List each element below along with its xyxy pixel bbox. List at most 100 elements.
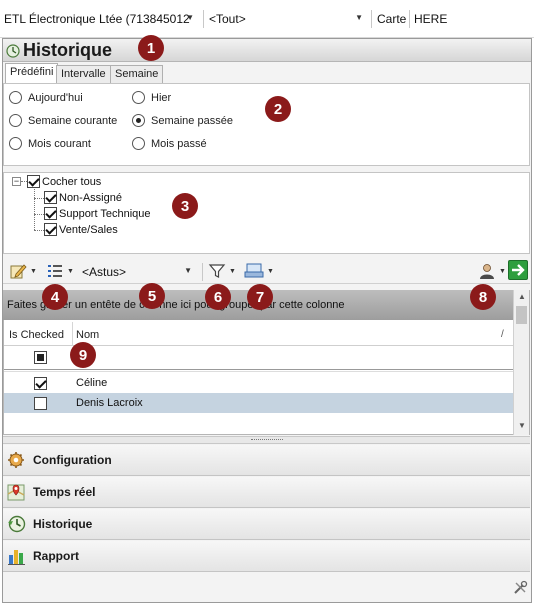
map-pin-icon <box>7 484 25 501</box>
tree-item-vente-sales[interactable]: Vente/Sales <box>44 223 118 236</box>
tab-label: Semaine <box>115 68 159 80</box>
filter-funnel-icon <box>208 264 226 278</box>
radio-mois-passe[interactable]: Mois passé <box>132 137 207 150</box>
badge-4: 4 <box>42 284 68 310</box>
company-select[interactable]: ETL Électronique Ltée (713845012 ▼ <box>4 9 200 29</box>
radio-circle <box>132 137 145 150</box>
scroll-up-icon[interactable]: ▲ <box>518 292 526 301</box>
asset-filter-select[interactable]: <Astus> ▼ <box>82 262 198 282</box>
radio-circle <box>9 137 22 150</box>
go-button[interactable] <box>508 260 528 280</box>
panel-splitter[interactable] <box>3 436 530 444</box>
row-separator <box>4 369 513 372</box>
tree-label: Non-Assigné <box>59 191 122 204</box>
tree-label: Vente/Sales <box>59 223 118 236</box>
table-row-selected[interactable]: Denis Lacroix <box>4 393 513 413</box>
badge-2: 2 <box>265 96 291 122</box>
column-header-is-checked[interactable]: Is Checked <box>9 322 73 346</box>
checkbox[interactable] <box>44 207 57 220</box>
group-filter-value: <Tout> <box>209 12 246 26</box>
tree-connector <box>34 189 35 230</box>
badge-8: 8 <box>470 284 496 310</box>
nav-label: Configuration <box>33 453 112 467</box>
configuration-icon <box>8 452 24 468</box>
chevron-down-icon: ▼ <box>186 13 194 22</box>
column-header-label: Nom <box>76 329 100 341</box>
column-header-label: Is Checked <box>9 329 65 341</box>
radio-label: Semaine passée <box>151 114 233 127</box>
scroll-down-icon[interactable]: ▼ <box>518 421 526 430</box>
nav-configuration[interactable]: Configuration <box>3 445 530 476</box>
top-toolbar: ETL Électronique Ltée (713845012 ▼ <Tout… <box>0 0 534 38</box>
tree-connector <box>34 214 44 215</box>
column-resize-handle[interactable]: / <box>501 322 504 346</box>
nav-label: Historique <box>33 517 93 531</box>
collapse-toggle[interactable]: − <box>12 177 21 186</box>
badge-5: 5 <box>139 283 165 309</box>
column-header-nom[interactable]: Nom <box>76 322 496 346</box>
history-clock-icon <box>6 44 20 58</box>
radio-circle <box>132 91 145 104</box>
tree-label: Cocher tous <box>42 175 102 188</box>
user-menu-button[interactable]: ▼ <box>478 261 506 281</box>
grid-scrollbar[interactable]: ▲ ▼ <box>513 290 529 435</box>
list-menu-button[interactable]: ▼ <box>46 261 74 281</box>
chevron-down-icon: ▼ <box>355 13 363 22</box>
tab-semaine[interactable]: Semaine <box>110 65 164 83</box>
radio-label: Aujourd'hui <box>28 91 83 104</box>
radio-label: Semaine courante <box>28 114 118 127</box>
tab-label: Intervalle <box>61 68 106 80</box>
nav-rapport[interactable]: Rapport <box>3 541 530 572</box>
nav-historique[interactable]: Historique <box>3 509 530 540</box>
tree-connector <box>34 230 44 231</box>
radio-label: Hier <box>151 91 172 104</box>
checkbox[interactable] <box>27 175 40 188</box>
scroll-thumb[interactable] <box>516 306 527 324</box>
tree-item-support-technique[interactable]: Support Technique <box>44 207 151 220</box>
tab-intervalle[interactable]: Intervalle <box>56 65 111 83</box>
map-provider-select[interactable]: HERE <box>414 9 524 29</box>
divider <box>202 263 203 281</box>
divider <box>409 10 410 28</box>
radio-circle <box>9 114 22 127</box>
checkbox[interactable] <box>44 223 57 236</box>
row-checkbox[interactable] <box>34 397 47 410</box>
radio-label: Mois passé <box>151 137 207 150</box>
group-filter-select[interactable]: <Tout> ▼ <box>209 9 369 29</box>
history-header: Historique <box>3 39 531 62</box>
list-icon <box>48 265 62 277</box>
filter-menu-button[interactable]: ▼ <box>208 261 236 281</box>
nav-temps-reel[interactable]: Temps réel <box>3 477 530 508</box>
chevron-down-icon: ▼ <box>229 267 236 275</box>
map-provider-value: HERE <box>414 12 448 26</box>
history-icon <box>8 515 26 533</box>
edit-menu-button[interactable]: ▼ <box>9 261 37 281</box>
footer-bar <box>3 573 530 602</box>
map-label: Carte <box>377 9 406 29</box>
radio-mois-courant[interactable]: Mois courant <box>9 137 91 150</box>
nav-label: Rapport <box>33 549 79 563</box>
divider <box>203 10 204 28</box>
user-icon <box>480 264 494 279</box>
radio-hier[interactable]: Hier <box>132 91 171 104</box>
badge-6: 6 <box>205 284 231 310</box>
radio-semaine-courante[interactable]: Semaine courante <box>9 114 117 127</box>
bar-chart-icon <box>8 550 25 565</box>
tab-label: Prédéfini <box>10 66 54 78</box>
customize-tools-icon[interactable] <box>513 580 528 595</box>
tab-predefini[interactable]: Prédéfini <box>5 63 59 84</box>
row-checkbox[interactable] <box>34 377 47 390</box>
chevron-down-icon: ▼ <box>499 267 506 275</box>
tree-item-root[interactable]: Cocher tous <box>27 175 101 188</box>
radio-aujourdhui[interactable]: Aujourd'hui <box>9 91 83 104</box>
tree-item-non-assigne[interactable]: Non-Assigné <box>44 191 122 204</box>
badge-3: 3 <box>172 193 198 219</box>
export-menu-button[interactable]: ▼ <box>244 261 274 281</box>
table-row[interactable]: Céline <box>4 373 513 393</box>
chevron-down-icon: ▼ <box>184 266 192 275</box>
row-name: Céline <box>76 377 108 389</box>
checkbox[interactable] <box>44 191 57 204</box>
radio-label: Mois courant <box>28 137 91 150</box>
select-all-checkbox[interactable] <box>34 351 47 364</box>
radio-semaine-passee[interactable]: Semaine passée <box>132 114 233 127</box>
